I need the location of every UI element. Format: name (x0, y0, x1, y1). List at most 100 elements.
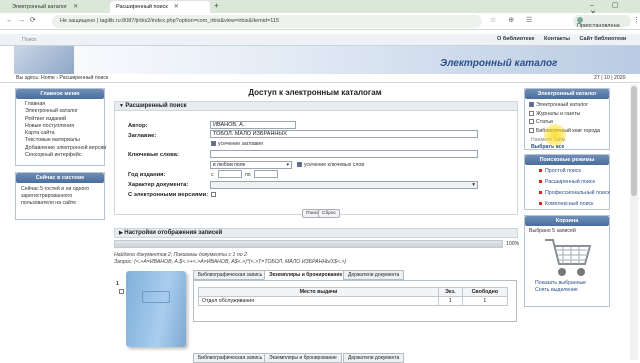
keywords-field-select[interactable]: в любом поле ▾ (210, 161, 292, 169)
trunc-keywords-label: усечение ключевых слов (304, 162, 365, 168)
top-links: О библиотеке Контакты Сайт библиотеки (497, 36, 626, 42)
profile-button[interactable]: Приостановлена (573, 15, 631, 30)
menu-item-rating[interactable]: Рейтинг изданий (16, 116, 104, 123)
electronic-checkbox[interactable] (211, 192, 218, 198)
scrollbar-thumb[interactable] (631, 86, 637, 196)
url-input[interactable]: Не защищено | tagilib.ru:8087/jirbis2/in… (52, 15, 482, 28)
display-settings-header[interactable]: ▶ Настройки отображения записей (114, 228, 518, 238)
menu-item-touch[interactable]: Сенсорный интерфейс (16, 152, 104, 159)
page-scrollbar[interactable] (630, 84, 638, 360)
tab-advanced-search[interactable]: Расширенный поиск ✕ (110, 1, 210, 13)
field-select-value: в любом поле (213, 162, 246, 168)
subtab-holders[interactable]: Держатели документа (343, 270, 405, 280)
col-copies: Экз. (438, 287, 463, 297)
subtab-bibliographic-2[interactable]: Библиографическая запись (193, 353, 268, 363)
year-to-label: по (245, 172, 251, 178)
adv-search-title: Расширенный поиск (125, 103, 187, 109)
book-cover-image[interactable] (126, 271, 186, 347)
link-about[interactable]: О библиотеке (497, 36, 535, 42)
avatar (577, 17, 583, 23)
menu-item-add-electronic[interactable]: Добавление электронной версии (16, 145, 106, 152)
new-tab-icon[interactable]: + (214, 1, 219, 10)
col-place: Место выдачи (198, 287, 439, 297)
reset-button[interactable]: Сброс (318, 209, 340, 218)
catalog-option-journals[interactable]: Журналы и газеты (529, 110, 605, 119)
progress-bar (114, 240, 503, 248)
cart-show-link[interactable]: Показать выбранные (535, 280, 586, 287)
chevron-down-icon: ▾ (472, 182, 475, 188)
cell-copies: 1 (438, 296, 463, 306)
more-menu-icon[interactable]: ⋮ (633, 16, 640, 24)
cart-clear-link[interactable]: Снять выделение (535, 287, 578, 294)
subtab-bibliographic[interactable]: Библиографическая запись (193, 270, 268, 280)
close-icon[interactable]: ✕ (73, 4, 78, 10)
keywords-label: Ключевые слова: (128, 152, 179, 158)
adv-search-header[interactable]: ▼ Расширенный поиск (114, 101, 518, 111)
catalog-option-main[interactable]: Электронный каталог (529, 101, 605, 110)
query-info: Запрос: (<.>A=ИВАНОВ, А.$<.>+<.>A=ИВАНОВ… (114, 259, 347, 265)
shopping-cart-icon[interactable] (543, 236, 593, 280)
catalog-checkbox[interactable] (529, 102, 534, 108)
progress-percent: 100% (506, 241, 520, 247)
menu-item-sitemap[interactable]: Карта сайта (16, 130, 104, 137)
catalog-option-city[interactable]: Библиотечный книг города (529, 127, 605, 136)
tab-catalog[interactable]: Электронный каталог ✕ (6, 1, 106, 13)
online-text: Сейчас 5 гостей и ни одного зарегистриро… (21, 186, 90, 206)
title-label: Заглавие: (128, 133, 157, 139)
bullet-icon (539, 191, 542, 195)
doc-type-select[interactable]: ▾ (210, 181, 478, 189)
catalog-checkbox[interactable] (529, 127, 534, 133)
mode-complex[interactable]: Комплексный поиск (525, 199, 609, 210)
nav-arrows-icon[interactable]: ←→⟳ (6, 16, 41, 24)
catalog-label: Журналы и газеты (536, 110, 581, 117)
mode-professional[interactable]: Профессиональный поиск (525, 188, 610, 199)
subtab-holders-2[interactable]: Держатели документа (343, 353, 405, 363)
catalogs-box: Электронный каталог Электронный каталог … (524, 88, 610, 150)
toolbar-icons[interactable]: ☆ ⊕ ☰ (490, 16, 537, 24)
record-number: 1 (116, 281, 119, 287)
page-title: Доступ к электронным каталогам (248, 88, 382, 97)
mode-label: Расширенный поиск (545, 179, 595, 185)
catalog-option-articles[interactable]: Статьи (529, 118, 605, 127)
chevron-down-icon: ▾ (286, 162, 289, 168)
display-settings-title: Настройки отображения записей (124, 230, 223, 236)
close-icon[interactable]: ✕ (174, 4, 179, 10)
author-input[interactable]: ИВАНОВ, А. (210, 121, 296, 129)
mode-advanced[interactable]: Расширенный поиск (525, 177, 609, 188)
profile-label: Приостановлена (577, 23, 620, 30)
menu-item-texts[interactable]: Текстовые материалы (16, 137, 104, 144)
subtab-copies-2[interactable]: Экземпляры и бронирование (264, 353, 342, 363)
title-input[interactable]: ТОБОЛ. МАЛО ИЗБРАННЫХ (210, 130, 478, 138)
cart-title: Корзина (525, 216, 609, 226)
mode-simple[interactable]: Простой поиск (525, 166, 609, 177)
record-checkbox[interactable] (119, 289, 124, 294)
online-box: Сейчас в системе Сейчас 5 гостей и ни од… (15, 172, 105, 220)
trunc-keywords-checkbox[interactable] (297, 162, 302, 168)
banner-title: Электронный каталог (440, 58, 558, 69)
link-contacts[interactable]: Контакты (544, 36, 570, 42)
year-from-label: с (211, 172, 214, 178)
subtab-copies[interactable]: Экземпляры и бронирование (264, 270, 348, 280)
modes-title: Поисковые режимы (525, 155, 609, 165)
catalog-checkbox[interactable] (529, 110, 534, 116)
breadcrumb: Вы здесь: Home › Расширенный поиск (16, 75, 109, 81)
catalogs-title: Электронный каталог (525, 89, 609, 99)
tab-label: Расширенный поиск (116, 4, 168, 10)
top-search-label: Поиск (22, 37, 37, 43)
trunc-title-option[interactable]: усечение заглавия (211, 141, 263, 147)
cursor-highlight (544, 124, 566, 146)
year-from-input[interactable] (218, 170, 242, 178)
trunc-keywords-option[interactable]: усечение ключевых слов (297, 162, 364, 168)
date-display: 27 | 10 | 2020 (594, 75, 626, 81)
copies-panel: Место выдачи Экз. Свободно Отдел обслужи… (193, 280, 517, 322)
link-library-site[interactable]: Сайт библиотеки (580, 36, 627, 42)
trunc-title-checkbox[interactable] (211, 141, 216, 147)
year-to-input[interactable] (254, 170, 278, 178)
catalog-checkbox[interactable] (529, 119, 534, 125)
building-image (14, 46, 74, 74)
bullet-icon (539, 180, 542, 184)
keywords-input[interactable] (210, 150, 478, 158)
table-row: Отдел обслуживания 1 1 (198, 296, 509, 306)
doc-type-label: Характер документа: (128, 182, 189, 188)
menu-item-catalog[interactable]: Электронный каталог (16, 108, 104, 115)
